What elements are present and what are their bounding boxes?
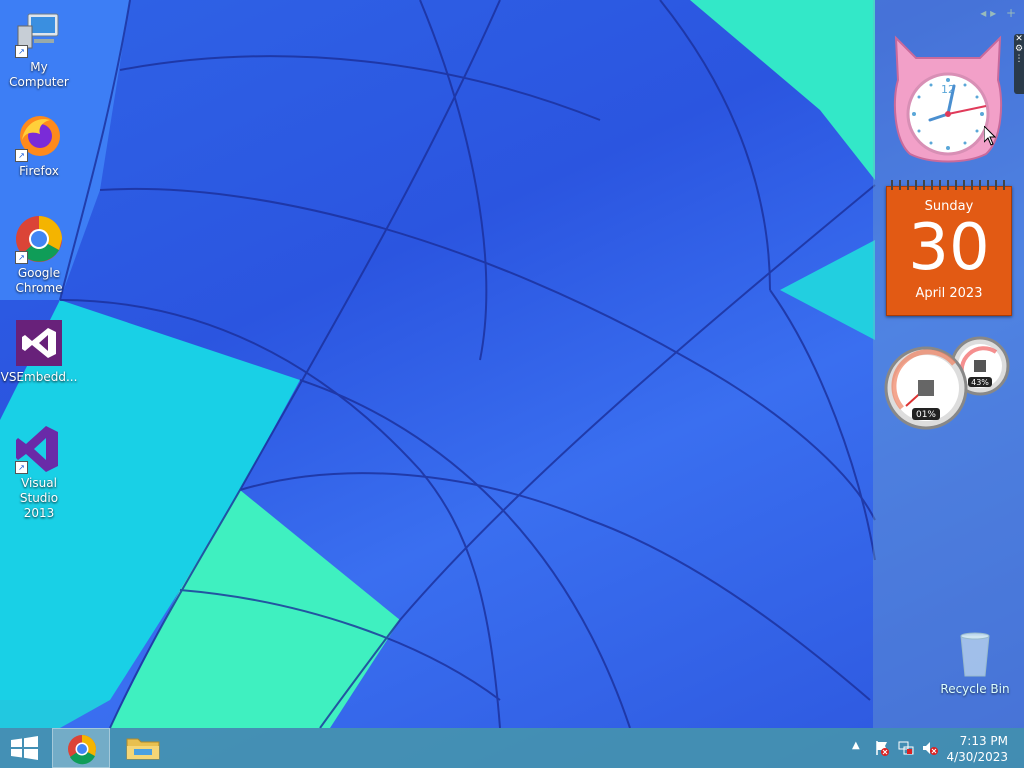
action-center-flag-icon[interactable] (874, 740, 890, 756)
start-button[interactable] (0, 728, 50, 768)
desktop-icon-label: Firefox (19, 164, 59, 178)
calendar-gadget[interactable]: Sunday 30 April 2023 (886, 180, 1012, 316)
drag-handle[interactable]: ⋮ (1014, 54, 1024, 64)
desktop-wallpaper (0, 0, 1024, 768)
desktop-icon-vsembedded[interactable]: VSEmbedd... (0, 318, 78, 385)
gadget-toolbar: ✕ ⚙ ⋮ (1014, 34, 1024, 94)
desktop-icon-label: Google Chrome (15, 266, 63, 295)
chrome-icon (68, 735, 96, 765)
desktop-icon-google-chrome[interactable]: ↗ Google Chrome (0, 214, 78, 296)
calendar-day-number: 30 (908, 211, 990, 285)
shortcut-arrow-icon: ↗ (15, 461, 28, 474)
taskbar-file-explorer-button[interactable] (114, 728, 172, 768)
computer-icon: ↗ (14, 8, 64, 58)
visual-studio-icon (14, 318, 64, 368)
firefox-icon: ↗ (14, 112, 64, 162)
shortcut-arrow-icon: ↗ (15, 45, 28, 58)
desktop-icon-label: Visual Studio 2013 (19, 476, 59, 520)
desktop-icon-visual-studio-2013[interactable]: ↗ Visual Studio 2013 (0, 424, 78, 521)
desktop-icon-label: My Computer (9, 60, 69, 89)
taskbar: ▲ 7:13 PM 4/30/2023 (0, 728, 1024, 768)
taskbar-chrome-button[interactable] (52, 728, 110, 768)
ram-percent: 43% (971, 378, 989, 387)
system-tray: ▲ 7:13 PM 4/30/2023 (844, 728, 1024, 768)
visual-studio-icon: ↗ (14, 424, 64, 474)
calendar-rings (891, 180, 1007, 190)
windows-logo-icon (11, 736, 38, 760)
taskbar-clock[interactable]: 7:13 PM 4/30/2023 (946, 733, 1008, 765)
add-gadget-icon[interactable]: + (1006, 6, 1016, 20)
desktop-icon-label: Recycle Bin (940, 682, 1010, 696)
desktop-icon-label: VSEmbedd... (0, 370, 78, 384)
clock-date: 4/30/2023 (946, 750, 1008, 764)
shortcut-arrow-icon: ↗ (15, 251, 28, 264)
desktop-icon-recycle-bin[interactable]: Recycle Bin (940, 630, 1010, 696)
sidebar-controls: ◂ ▸ + (980, 6, 1016, 20)
recycle-bin-icon (955, 630, 995, 678)
clock-time: 7:13 PM (959, 734, 1008, 748)
close-icon[interactable]: ✕ (1014, 34, 1024, 44)
desktop-icon-my-computer[interactable]: ↗ My Computer (0, 8, 78, 90)
calendar-month-year: April 2023 (915, 286, 983, 301)
chrome-icon: ↗ (14, 214, 64, 264)
network-icon[interactable] (898, 740, 914, 756)
desktop-icon-firefox[interactable]: ↗ Firefox (0, 112, 78, 179)
cpu-meter-gadget[interactable]: 43% 01% (884, 336, 1012, 432)
cpu-percent: 01% (916, 410, 936, 420)
folder-icon (126, 738, 160, 760)
shortcut-arrow-icon: ↗ (15, 149, 28, 162)
mouse-cursor (983, 124, 997, 149)
options-icon[interactable]: ⚙ (1014, 44, 1024, 54)
previous-icon[interactable]: ◂ (980, 6, 986, 20)
next-icon[interactable]: ▸ (990, 6, 996, 20)
volume-muted-icon[interactable] (922, 740, 938, 756)
show-hidden-icons-icon[interactable]: ▲ (852, 740, 860, 751)
